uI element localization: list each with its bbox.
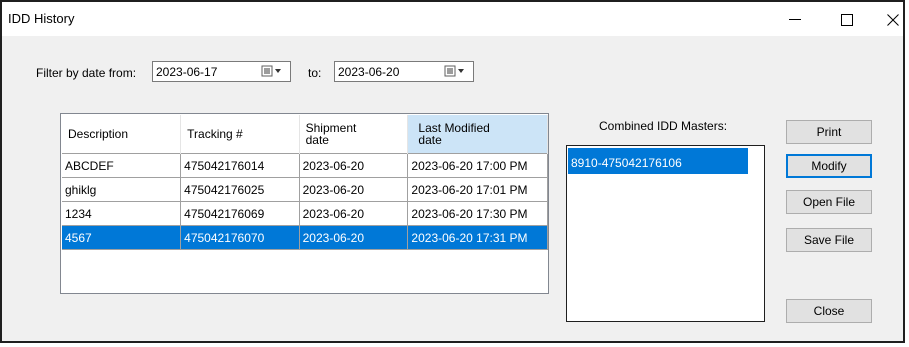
close-button[interactable]: Close [786, 299, 872, 323]
cell-tracking: 475042176025 [180, 177, 300, 202]
cell-description: ABCDEF [62, 153, 182, 178]
cell-tracking: 475042176014 [180, 153, 300, 178]
column-header-description[interactable]: Description [62, 115, 182, 154]
cell-shipment-date: 2023-06-20 [299, 153, 409, 178]
maximize-button[interactable] [824, 7, 870, 33]
cell-tracking: 475042176070 [180, 225, 300, 250]
filter-to-label: to: [308, 66, 322, 80]
combined-masters-label: Combined IDD Masters: [599, 119, 728, 133]
list-item-selected[interactable]: 8910-475042176106 [568, 148, 748, 174]
cell-description: 1234 [62, 201, 182, 226]
cell-shipment-date: 2023-06-20 [299, 225, 409, 250]
from-date-picker[interactable]: 2023-06-17 [152, 61, 291, 82]
combined-masters-list[interactable]: 8910-475042176106 [566, 145, 765, 322]
save-file-button[interactable]: Save File [786, 228, 872, 252]
open-file-button[interactable]: Open File [786, 190, 872, 214]
idd-history-window: IDD History Filter by date from: 2023-06… [0, 0, 905, 343]
cell-description: 4567 [62, 225, 182, 250]
modify-button[interactable]: Modify [786, 154, 872, 178]
column-header-last-modified[interactable]: Last Modified date [407, 115, 548, 154]
header-row: Description Tracking # Shipment date Last… [62, 115, 548, 154]
cell-shipment-date: 2023-06-20 [299, 201, 409, 226]
cell-tracking: 475042176069 [180, 201, 300, 226]
close-icon [887, 14, 899, 26]
cell-shipment-date: 2023-06-20 [299, 177, 409, 202]
table-row[interactable]: 1234 475042176069 2023-06-20 2023-06-20 … [62, 201, 548, 226]
cell-last-modified: 2023-06-20 17:01 PM [407, 177, 548, 202]
cell-last-modified: 2023-06-20 17:30 PM [407, 201, 548, 226]
calendar-dropdown-icon[interactable] [261, 65, 285, 78]
from-date-value: 2023-06-17 [156, 65, 218, 79]
minimize-button[interactable] [772, 7, 818, 33]
close-window-button[interactable] [870, 7, 909, 33]
idd-history-grid[interactable]: Description Tracking # Shipment date Last… [60, 113, 549, 294]
column-header-tracking[interactable]: Tracking # [180, 115, 300, 154]
table-row[interactable]: ABCDEF 475042176014 2023-06-20 2023-06-2… [62, 153, 548, 178]
calendar-dropdown-icon[interactable] [444, 65, 468, 78]
table-row-selected[interactable]: 4567 475042176070 2023-06-20 2023-06-20 … [62, 225, 548, 250]
table-row[interactable]: ghiklg 475042176025 2023-06-20 2023-06-2… [62, 177, 548, 202]
maximize-icon [841, 14, 853, 26]
cell-last-modified: 2023-06-20 17:31 PM [407, 225, 548, 250]
window-title: IDD History [8, 11, 75, 26]
cell-description: ghiklg [62, 177, 182, 202]
title-bar: IDD History [2, 2, 903, 36]
to-date-value: 2023-06-20 [338, 65, 400, 79]
column-header-shipment-date[interactable]: Shipment date [299, 115, 409, 154]
print-button[interactable]: Print [786, 120, 872, 144]
minimize-icon [789, 19, 801, 20]
filter-from-label: Filter by date from: [36, 66, 137, 80]
to-date-picker[interactable]: 2023-06-20 [334, 61, 474, 82]
cell-last-modified: 2023-06-20 17:00 PM [407, 153, 548, 178]
history-table: Description Tracking # Shipment date Last… [62, 115, 548, 250]
